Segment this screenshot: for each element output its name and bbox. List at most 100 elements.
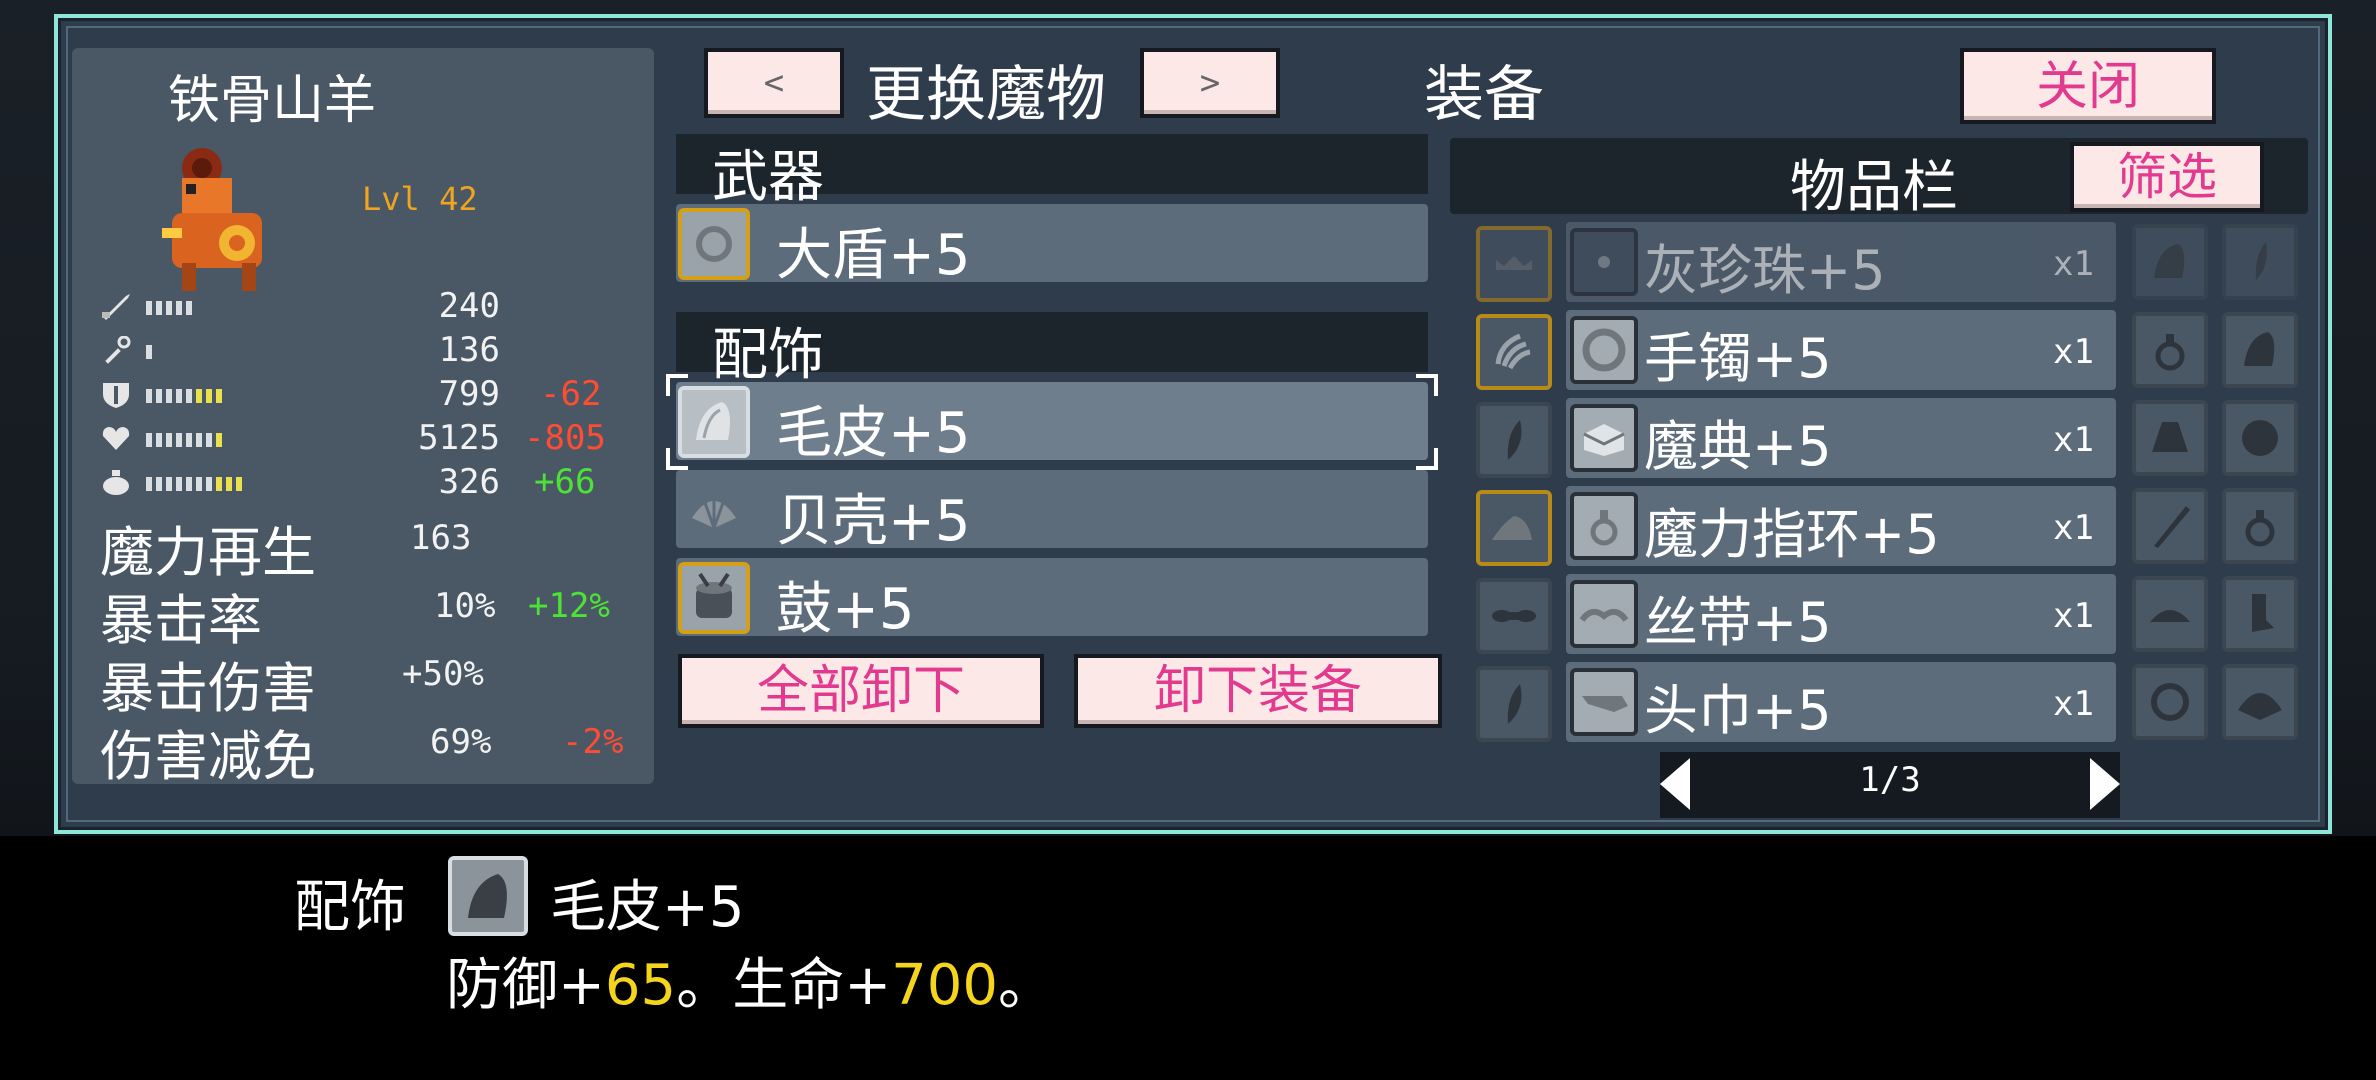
inventory-item[interactable]: 手镯+5 x1 (1566, 310, 2116, 390)
attr-delta: +12% (528, 586, 610, 626)
quill-icon[interactable] (2132, 488, 2208, 564)
item-name: 魔力指环+5 (1644, 503, 1940, 566)
drum-icon (678, 562, 750, 634)
item-name: 丝带+5 (1644, 591, 1832, 654)
inventory-item[interactable]: 头巾+5 x1 (1566, 662, 2116, 742)
desc-item-name: 毛皮+5 (550, 875, 745, 940)
orb-icon[interactable] (2222, 400, 2298, 476)
magic-ring-icon (1570, 492, 1638, 560)
page-next-arrow-icon[interactable] (2090, 758, 2120, 810)
attr-value: 69% (430, 722, 492, 762)
inventory-row[interactable]: 手镯+5 x1 (1476, 310, 2298, 390)
stat-delta: -62 (540, 374, 602, 414)
boot-icon[interactable] (2222, 576, 2298, 652)
prev-monster-button[interactable]: < (704, 48, 844, 118)
item-qty: x1 (2053, 332, 2094, 372)
stat-attack: 240 (100, 286, 660, 326)
claw-category-icon[interactable] (1476, 314, 1552, 390)
stat-value: 326 (438, 462, 500, 502)
inventory-item[interactable]: 魔力指环+5 x1 (1566, 486, 2116, 566)
inventory-pager: 1/3 (1660, 752, 2120, 818)
stat-bar (146, 300, 196, 315)
item-qty: x1 (2053, 508, 2094, 548)
goat-monster-sprite (142, 118, 292, 298)
accessory-label: 鼓+5 (776, 577, 915, 642)
attr-damage-reduction: 伤害减免 69% -2% (100, 712, 660, 788)
inventory-row[interactable]: 头巾+5 x1 (1476, 662, 2298, 742)
headscarf-icon (1570, 668, 1638, 736)
fin-category-icon[interactable] (1476, 490, 1552, 566)
accessory-header-label: 配饰 (712, 323, 824, 388)
desc-stat1-value: 65 (604, 953, 677, 1018)
stat-value: 799 (438, 374, 500, 414)
crown-category-icon[interactable] (1476, 226, 1552, 302)
grimoire-icon (1570, 404, 1638, 472)
accessory-slot-2[interactable]: 贝壳+5 (676, 470, 1428, 554)
desc-stat-line: 防御+65。生命+700。 (446, 940, 1054, 1021)
accessory-slot-3[interactable]: 鼓+5 (676, 558, 1428, 642)
inventory-header: 物品栏 筛选 (1450, 138, 2308, 220)
filter-button[interactable]: 筛选 (2070, 142, 2264, 212)
wand-magic-icon (100, 336, 132, 364)
inventory-item[interactable]: 丝带+5 x1 (1566, 574, 2116, 654)
fur-pelt-icon (448, 856, 528, 936)
sword-attack-icon (100, 292, 132, 320)
ribbon-icon (1570, 580, 1638, 648)
round-shield-icon (678, 208, 750, 280)
change-monster-label: 更换魔物 (866, 60, 1106, 130)
feather-icon[interactable] (2222, 224, 2298, 300)
stat-bar (146, 344, 156, 359)
unequip-button[interactable]: 卸下装备 (1074, 654, 1442, 728)
item-name: 手镯+5 (1644, 327, 1832, 390)
inventory-row[interactable]: 魔典+5 x1 (1476, 398, 2298, 478)
stat-bar (146, 388, 226, 403)
fur-pelt-icon[interactable] (2222, 312, 2298, 388)
inventory-row[interactable]: 魔力指环+5 x1 (1476, 486, 2298, 566)
bow-category-icon[interactable] (1476, 578, 1552, 654)
seashell-icon[interactable] (2222, 664, 2298, 740)
fur-pelt-icon[interactable] (2132, 224, 2208, 300)
stat-value: 240 (438, 286, 500, 326)
inventory-item[interactable]: 灰珍珠+5 x1 (1566, 222, 2116, 302)
accessory-label: 毛皮+5 (776, 401, 971, 466)
weapon-slot[interactable]: 大盾+5 (676, 204, 1428, 288)
ring-icon[interactable] (2222, 488, 2298, 564)
item-description-panel: 配饰 毛皮+5 防御+65。生命+700。 (0, 836, 2376, 1080)
page-title: 装备 (1424, 60, 1544, 130)
weapon-label: 大盾+5 (776, 223, 971, 288)
fur-pelt-icon (678, 386, 750, 458)
desc-sep: 。 (676, 953, 733, 1018)
hat-icon[interactable] (2132, 576, 2208, 652)
inventory-row[interactable]: 丝带+5 x1 (1476, 574, 2298, 654)
unequip-all-button[interactable]: 全部卸下 (678, 654, 1044, 728)
seashell-icon (678, 474, 750, 546)
accessory-slot-1[interactable]: 毛皮+5 (666, 374, 1438, 470)
monster-level: Lvl 42 (362, 180, 478, 218)
desc-stat2-label: 生命+ (732, 953, 892, 1018)
inventory-row[interactable]: 灰珍珠+5 x1 (1476, 222, 2298, 302)
feather-category-icon[interactable] (1476, 402, 1552, 478)
heart-health-icon (100, 424, 132, 452)
desc-stat1-label: 防御+ (446, 953, 605, 1018)
ring-icon[interactable] (2132, 312, 2208, 388)
inventory-item[interactable]: 魔典+5 x1 (1566, 398, 2116, 478)
page-indicator: 1/3 (1859, 760, 1921, 800)
accessory-label: 贝壳+5 (776, 489, 971, 554)
close-button[interactable]: 关闭 (1960, 48, 2216, 124)
next-monster-button[interactable]: > (1140, 48, 1280, 118)
stat-bar (146, 432, 226, 447)
item-name: 灰珍珠+5 (1644, 239, 1886, 302)
potion-mana-icon (100, 468, 132, 496)
attr-delta: -2% (562, 722, 624, 762)
stat-bar (146, 476, 246, 491)
attr-mana-regen: 魔力再生 163 (100, 508, 660, 584)
item-qty: x1 (2053, 420, 2094, 460)
accessory-section-header: 配饰 (676, 312, 1428, 388)
attr-value: 163 (410, 518, 472, 558)
bracelet-icon[interactable] (2132, 664, 2208, 740)
stat-mana: 326 +66 (100, 462, 660, 502)
stat-value: 5125 (418, 418, 500, 458)
feather-category-icon[interactable] (1476, 666, 1552, 742)
bell-icon[interactable] (2132, 400, 2208, 476)
selection-corner (666, 448, 688, 470)
